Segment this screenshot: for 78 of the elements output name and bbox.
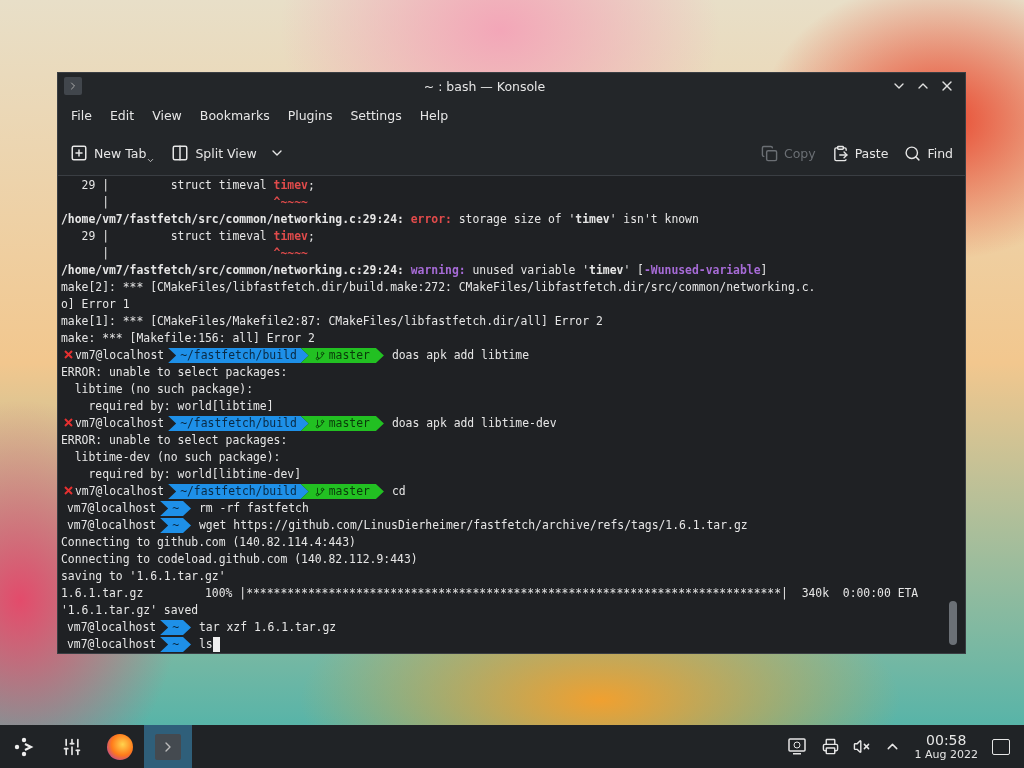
branch-icon [314, 418, 325, 429]
muted-speaker-icon[interactable] [852, 738, 870, 755]
output-line: 29 | struct timeval timev; [80, 228, 316, 245]
terminal-area[interactable] [58, 175, 965, 653]
command-text: tar xzf 1.6.1.tar.gz [198, 619, 337, 636]
prompt-user: vm7@localhost [75, 415, 166, 432]
output-line: 1.6.1.tar.gz 100% |******************************************************************************| 340k 0:00:00 ETA [61, 585, 920, 602]
clock[interactable]: 00:58 1 Aug 2022 [914, 732, 978, 761]
output-line: 29 | struct timeval timev; [80, 177, 316, 194]
branch-icon [314, 486, 325, 497]
prompt-branch: master [300, 484, 384, 499]
prompt-path: ~ [160, 637, 191, 652]
output-line: Connecting to codeload.github.com (140.82.112.9:443) [61, 551, 419, 568]
clock-date: 1 Aug 2022 [914, 748, 978, 761]
browser-icon [107, 733, 133, 760]
scrollbar-thumb[interactable] [949, 601, 957, 645]
prompt-path: ~/fastfetch/build [168, 484, 309, 499]
monitor-icon [787, 737, 808, 756]
output-line: make[1]: *** [CMakeFiles/Makefile2:87: CMakeFiles/libfastfetch.dir/all] Error 2 [61, 313, 604, 330]
prompt-branch: master [300, 348, 384, 363]
columns-icon [171, 144, 190, 162]
output-line: Connecting to github.com (140.82.114.4:443) [61, 534, 357, 551]
prompt-path: ~/fastfetch/build [168, 416, 309, 431]
menu-item[interactable]: Edit [100, 103, 144, 127]
command-text: rm -rf fastfetch [198, 500, 309, 517]
show-desktop-icon[interactable] [992, 738, 1010, 755]
prompt-path: ~/fastfetch/build [168, 348, 309, 363]
menu-item[interactable]: Plugins [278, 103, 342, 127]
output-line: ERROR: unable to select packages: [61, 364, 289, 381]
search-icon [904, 144, 922, 162]
new-tab-button[interactable]: New Tab [64, 137, 162, 169]
output-line: /home/vm7/fastfetch/src/common/networking.c:29:24: error: storage size of 'timev' isn't known [61, 211, 700, 228]
output-line: '1.6.1.tar.gz' saved [61, 602, 200, 619]
output-line: | ^~~~~ [101, 194, 309, 211]
prompt-path: ~ [160, 518, 191, 533]
prompt-user: vm7@localhost [67, 636, 158, 653]
window-title: ~ : bash — Konsole [422, 78, 547, 94]
prompt-user: vm7@localhost [67, 517, 158, 534]
menu-item[interactable]: Bookmarks [190, 103, 279, 127]
output-line: required by: world[libtime-dev] [87, 466, 303, 483]
terminal-icon [155, 733, 181, 760]
prompt-branch: master [300, 416, 384, 431]
prompt-user: vm7@localhost [67, 619, 158, 636]
paste-button[interactable]: Paste [825, 140, 895, 166]
output-line: make[2]: *** [CMakeFiles/libfastfetch.dir/build.make:272: CMakeFiles/libfastfetch.dir/src/common/networking.c. [61, 279, 817, 296]
output-line: saving to '1.6.1.tar.gz' [61, 568, 227, 585]
prompt-user: vm7@localhost [75, 483, 166, 500]
prompt-path: ~ [160, 501, 191, 516]
split-view-button[interactable]: Split View [165, 140, 291, 166]
output-line: | ^~~~~ [101, 245, 309, 262]
clock-time: 00:58 [926, 732, 967, 748]
find-button[interactable]: Find [898, 140, 959, 166]
branch-icon [314, 350, 325, 361]
output-line: libtime-dev (no such package): [73, 449, 282, 466]
output-line: make: *** [Makefile:156: all] Error 2 [61, 330, 316, 347]
menu-item[interactable]: Help [410, 103, 458, 127]
menu-item[interactable]: View [143, 103, 191, 127]
output-line: required by: world[libtime] [87, 398, 275, 415]
new-tab-icon [70, 144, 88, 162]
output-line: libtime (no such package): [73, 381, 255, 398]
menu-item[interactable]: File [62, 103, 101, 127]
command-text: ls [198, 636, 213, 653]
prompt-user: vm7@localhost [75, 347, 166, 364]
command-text: doas apk add libtime [390, 347, 530, 364]
output-line: ERROR: unable to select packages: [61, 432, 289, 449]
copy-icon [760, 144, 778, 162]
sliders-icon [62, 736, 82, 757]
output-line: o] Error 1 [61, 296, 131, 313]
output-line: /home/vm7/fastfetch/src/common/networking.c:29:24: warning: unused variable 'timev' [-Wunused-variable] [61, 262, 769, 279]
paste-icon [831, 144, 849, 162]
command-text: doas apk add libtime-dev [390, 415, 557, 432]
command-text: cd [390, 483, 406, 500]
menu-item[interactable]: Settings [341, 103, 411, 127]
prompt-user: vm7@localhost [67, 500, 158, 517]
prompt-path: ~ [160, 620, 191, 635]
command-text: wget https://github.com/LinusDierheimer/fastfetch/archive/refs/tags/1.6.1.tar.gz [198, 517, 748, 534]
terminal-icon [64, 77, 82, 95]
launcher-icon [13, 735, 35, 758]
